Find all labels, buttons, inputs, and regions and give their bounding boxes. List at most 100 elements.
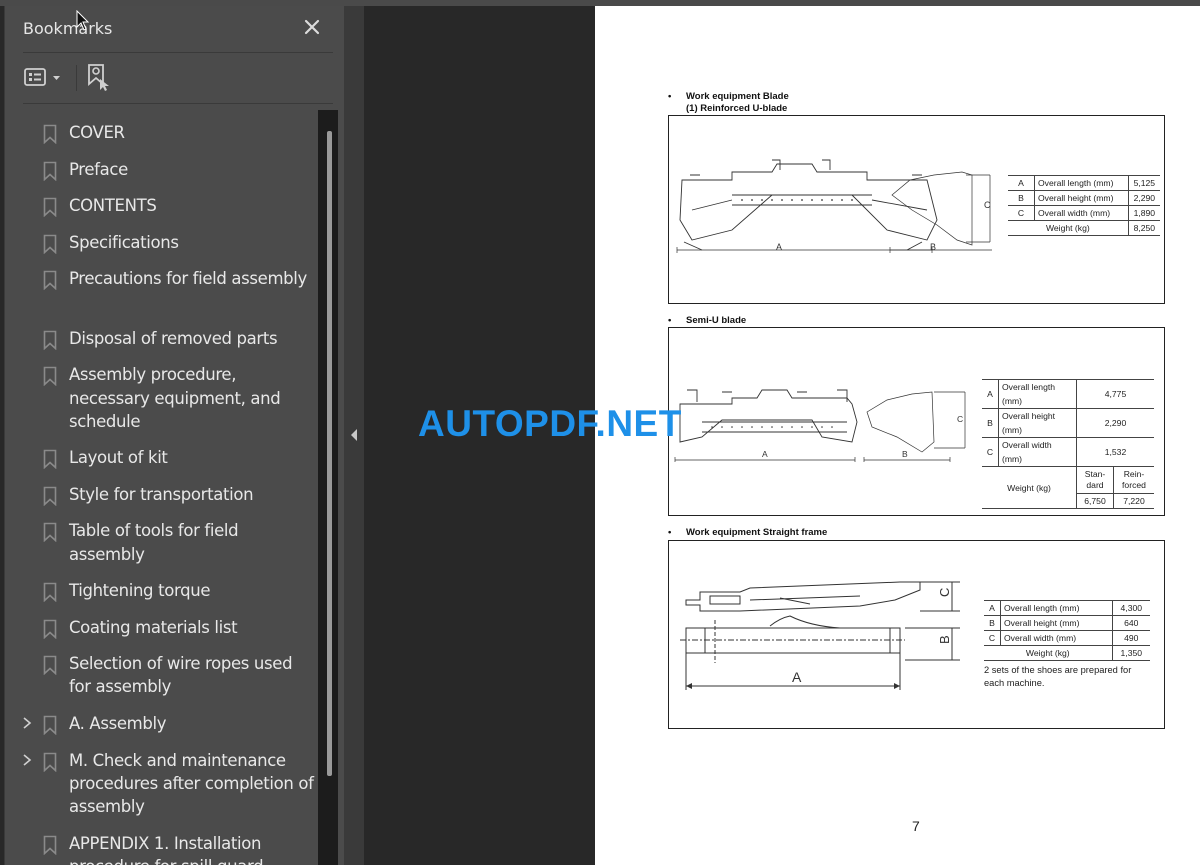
- dim-label-c: C: [937, 588, 952, 597]
- triangle-left-icon: [351, 429, 357, 441]
- col-text: Stan-: [1084, 469, 1106, 479]
- dim-label-a: A: [762, 449, 768, 459]
- row-value: 5,125: [1128, 175, 1160, 191]
- row-name: Overall width (mm): [1000, 630, 1113, 646]
- table-row-weight: Weight (kg) 8,250: [1008, 220, 1160, 236]
- bookmark-icon: [43, 486, 57, 506]
- bookmark-label: Layout of kit: [69, 448, 168, 468]
- row-key: A: [1008, 175, 1035, 191]
- section-heading: • Work equipment Blade: [668, 91, 789, 102]
- bookmark-icon: [43, 582, 57, 603]
- row-value: 2,290: [1076, 408, 1154, 438]
- dim-label-a: A: [792, 669, 802, 685]
- watermark: AUTOPDF.NET: [418, 403, 682, 444]
- bookmark-label: Coating materials list: [69, 617, 238, 637]
- heading-text: Work equipment Straight frame: [686, 527, 828, 538]
- bookmark-icon: [43, 197, 57, 217]
- bookmark-label: Precautions for field assembly: [69, 269, 307, 288]
- panel-title: Bookmarks: [23, 19, 113, 38]
- row-key: C: [1008, 205, 1035, 221]
- row-value: 4,775: [1076, 379, 1154, 409]
- table-row: A Overall length (mm) 4,775: [982, 379, 1154, 409]
- bookmark-label: Assembly procedure, necessary equipment,…: [69, 365, 281, 431]
- row-name: Overall length (mm): [1034, 175, 1129, 191]
- bookmark-icon: [43, 655, 57, 676]
- row-name: Overall width (mm): [1034, 205, 1129, 221]
- bullet: •: [668, 315, 672, 326]
- row-key: B: [984, 615, 1001, 631]
- table-row-weight: Weight (kg) 1,350: [984, 645, 1150, 661]
- spec-table-reinforced-u-blade: A Overall length (mm) 5,125 B Overall he…: [1008, 175, 1160, 236]
- bookmark-icon: [43, 450, 57, 470]
- row-name: Overall width (mm): [998, 437, 1077, 467]
- bookmark-icon: [43, 330, 57, 350]
- row-name: Overall height (mm): [998, 408, 1077, 438]
- bookmark-icon: [43, 366, 57, 387]
- row-value: 2,290: [1128, 190, 1160, 206]
- bullet: •: [668, 91, 672, 102]
- row-key: A: [982, 379, 999, 409]
- bookmark-label: Table of tools for field assembly: [69, 521, 239, 564]
- close-panel-button[interactable]: [301, 16, 323, 38]
- bookmark-label: Disposal of removed parts: [69, 328, 278, 348]
- chevron-down-icon: [53, 76, 60, 80]
- row-name: Overall height (mm): [1034, 190, 1129, 206]
- table-row: B Overall height (mm) 2,290: [1008, 190, 1160, 206]
- row-value: 1,890: [1128, 205, 1160, 221]
- bookmark-icon: [43, 234, 57, 254]
- weight-label: Weight (kg): [982, 466, 1077, 509]
- bookmark-icon: [43, 715, 57, 735]
- spec-table-semi-u-blade: A Overall length (mm) 4,775 B Overall he…: [982, 379, 1154, 509]
- chevron-right-icon[interactable]: [21, 753, 33, 767]
- reinforced-u-blade-drawing: A B C: [676, 159, 992, 253]
- bookmark-list: COVER Preface CONTENTS Specifications Precau…: [5, 110, 317, 865]
- bookmark-icon: [43, 835, 57, 855]
- divider: [23, 103, 333, 104]
- bookmark-label: Selection of wire ropes used for assembl…: [69, 654, 293, 697]
- table-row: C Overall width (mm) 1,532: [982, 437, 1154, 467]
- bookmark-label: Tightening torque: [69, 581, 211, 601]
- row-key: A: [984, 600, 1001, 616]
- row-key: C: [982, 437, 999, 467]
- bookmark-label: Style for transportation: [69, 484, 254, 504]
- chevron-right-icon[interactable]: [21, 716, 33, 730]
- find-bookmark-button[interactable]: [85, 62, 115, 92]
- semi-u-blade-drawing: A B C: [674, 389, 966, 462]
- row-value: 640: [1112, 615, 1150, 631]
- dim-label-c: C: [984, 200, 991, 210]
- row-name: Overall length (mm): [998, 379, 1077, 409]
- col-text: Rein-: [1123, 469, 1145, 479]
- weight-col-reinforced: Rein-forced: [1113, 466, 1154, 494]
- bookmark-label: A. Assembly: [69, 714, 167, 733]
- row-key: B: [1008, 190, 1035, 206]
- bookmark-label: Specifications: [69, 232, 179, 252]
- row-value: 1,532: [1076, 437, 1154, 467]
- bookmark-icon: [43, 619, 57, 639]
- collapse-panel-button[interactable]: [349, 428, 359, 442]
- table-row: B Overall height (mm) 2,290: [982, 408, 1154, 438]
- bookmark-label: APPENDIX 1. Installation procedure for s…: [69, 833, 264, 865]
- bookmark-options-button[interactable]: [23, 64, 65, 92]
- weight-value: 8,250: [1128, 220, 1160, 236]
- row-key: C: [984, 630, 1001, 646]
- dim-label-c: C: [957, 414, 963, 424]
- dim-label-a: A: [776, 242, 782, 252]
- shoes-note: 2 sets of the shoes are prepared for eac…: [984, 665, 1132, 688]
- row-name: Overall length (mm): [1000, 600, 1113, 616]
- bookmark-label: CONTENTS: [69, 196, 157, 215]
- row-value: 4,300: [1112, 600, 1150, 616]
- bookmark-icon: [43, 124, 57, 144]
- row-key: B: [982, 408, 999, 438]
- table-row: B Overall height (mm) 640: [984, 615, 1150, 631]
- weight-col-standard: Stan-dard: [1076, 466, 1114, 494]
- table-row: A Overall length (mm) 5,125: [1008, 175, 1160, 191]
- toolbar-separator: [76, 65, 77, 91]
- heading-text: Work equipment Blade: [686, 91, 789, 102]
- col-text: dard: [1086, 480, 1104, 490]
- weight-value-standard: 6,750: [1076, 493, 1114, 509]
- section-heading: • Semi-U blade: [668, 315, 746, 326]
- spec-table-straight-frame: A Overall length (mm) 4,300 B Overall he…: [984, 600, 1150, 661]
- divider: [23, 52, 333, 53]
- section-subheading: (1) Reinforced U-blade: [686, 103, 788, 114]
- scrollbar-thumb[interactable]: [327, 131, 332, 776]
